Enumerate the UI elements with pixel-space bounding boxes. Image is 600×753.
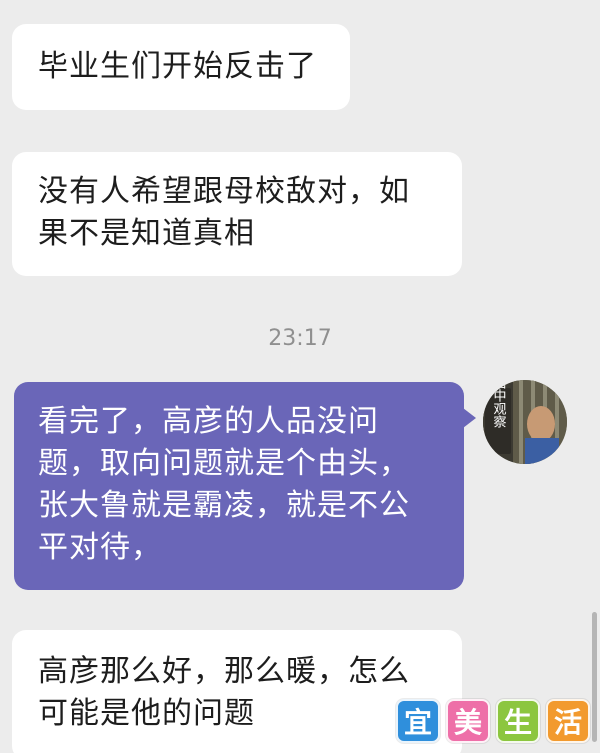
- message-bubble-incoming[interactable]: 高彦那么好，那么暖，怎么可能是他的问题: [12, 630, 462, 753]
- user-avatar[interactable]: 暗中观察: [483, 380, 567, 464]
- watermark-char: 宜: [396, 699, 440, 743]
- watermark-char: 生: [496, 699, 540, 743]
- message-bubble-incoming[interactable]: 没有人希望跟母校敌对，如果不是知道真相: [12, 152, 462, 276]
- avatar-text: 暗中观察: [491, 380, 507, 428]
- watermark-char: 活: [546, 699, 590, 743]
- message-bubble-outgoing[interactable]: 看完了，高彦的人品没问题，取向问题就是个由头，张大鲁就是霸凌，就是不公平对待，: [14, 382, 476, 590]
- message-text: 看完了，高彦的人品没问题，取向问题就是个由头，张大鲁就是霸凌，就是不公平对待，: [38, 404, 410, 565]
- message-text: 没有人希望跟母校敌对，如果不是知道真相: [38, 174, 410, 251]
- message-timestamp: 23:17: [268, 326, 332, 351]
- watermark-char: 美: [446, 699, 490, 743]
- chat-window: 毕业生们开始反击了 没有人希望跟母校敌对，如果不是知道真相 23:17 看完了，…: [0, 0, 600, 753]
- scrollbar-thumb[interactable]: [592, 612, 597, 742]
- avatar-image-icon: 暗中观察: [483, 380, 567, 464]
- watermark-logo: 宜 美 生 活: [396, 699, 590, 743]
- message-text: 毕业生们开始反击了: [38, 49, 317, 84]
- message-bubble-incoming[interactable]: 毕业生们开始反击了: [12, 24, 350, 110]
- message-text: 高彦那么好，那么暖，怎么可能是他的问题: [38, 654, 410, 731]
